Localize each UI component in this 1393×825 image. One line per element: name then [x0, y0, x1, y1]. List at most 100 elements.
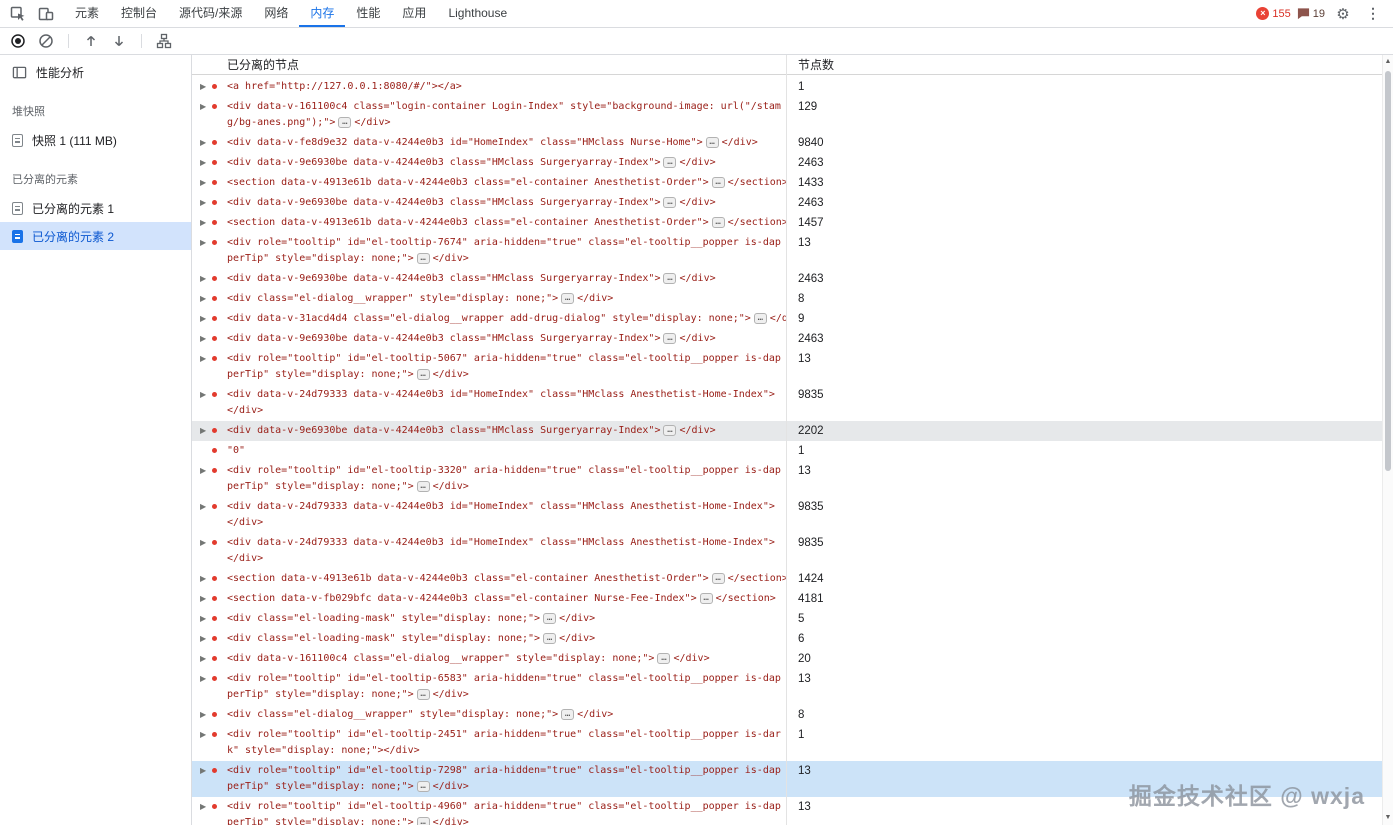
table-row[interactable]: ▶<section data-v-4913e61b data-v-4244e0b… — [192, 173, 1393, 193]
sidebar-item[interactable]: 已分离的元素 2 — [0, 222, 191, 250]
tab-源代码/来源[interactable]: 源代码/来源 — [168, 0, 253, 27]
table-row[interactable]: ▶<div data-v-9e6930be data-v-4244e0b3 cl… — [192, 269, 1393, 289]
table-row[interactable]: ▶<div data-v-9e6930be data-v-4244e0b3 cl… — [192, 153, 1393, 173]
inline-expand-button[interactable]: … — [663, 425, 676, 436]
table-row[interactable]: ▶<div data-v-24d79333 data-v-4244e0b3 id… — [192, 497, 1393, 533]
expand-arrow-icon[interactable]: ▶ — [200, 291, 212, 307]
inline-expand-button[interactable]: … — [663, 197, 676, 208]
table-row[interactable]: ▶<section data-v-4913e61b data-v-4244e0b… — [192, 569, 1393, 589]
expand-arrow-icon[interactable]: ▶ — [200, 387, 212, 403]
expand-arrow-icon[interactable]: ▶ — [200, 331, 212, 347]
issues-counter[interactable]: 19 — [1297, 7, 1325, 20]
inline-expand-button[interactable]: … — [700, 593, 713, 604]
expand-arrow-icon[interactable]: ▶ — [200, 571, 212, 587]
table-row[interactable]: ▶<div data-v-fe8d9e32 data-v-4244e0b3 id… — [192, 133, 1393, 153]
table-row[interactable]: ▶<div data-v-24d79333 data-v-4244e0b3 id… — [192, 533, 1393, 569]
table-row[interactable]: ▶"0"1 — [192, 441, 1393, 461]
expand-arrow-icon[interactable]: ▶ — [200, 79, 212, 95]
expand-arrow-icon[interactable]: ▶ — [200, 175, 212, 191]
tab-元素[interactable]: 元素 — [64, 0, 110, 27]
column-header-node[interactable]: 已分离的节点 — [192, 56, 786, 73]
tab-Lighthouse[interactable]: Lighthouse — [437, 0, 518, 27]
expand-arrow-icon[interactable]: ▶ — [200, 651, 212, 667]
inline-expand-button[interactable]: … — [543, 613, 556, 624]
inline-expand-button[interactable]: … — [754, 313, 767, 324]
inline-expand-button[interactable]: … — [712, 573, 725, 584]
tab-性能[interactable]: 性能 — [345, 0, 391, 27]
expand-arrow-icon[interactable]: ▶ — [200, 763, 212, 779]
scroll-up-icon[interactable]: ▲ — [1383, 56, 1393, 68]
scrollbar-thumb[interactable] — [1385, 71, 1391, 471]
expand-arrow-icon[interactable]: ▶ — [200, 535, 212, 551]
inline-expand-button[interactable]: … — [543, 633, 556, 644]
inline-expand-button[interactable]: … — [712, 177, 725, 188]
inline-expand-button[interactable]: … — [417, 481, 430, 492]
tab-应用[interactable]: 应用 — [391, 0, 437, 27]
inline-expand-button[interactable]: … — [561, 709, 574, 720]
expand-arrow-icon[interactable]: ▶ — [200, 799, 212, 815]
table-row[interactable]: ▶<div role="tooltip" id="el-tooltip-7298… — [192, 761, 1393, 797]
table-row[interactable]: ▶<div role="tooltip" id="el-tooltip-3320… — [192, 461, 1393, 497]
console-error-counter[interactable]: × 155 — [1256, 7, 1290, 20]
table-row[interactable]: ▶<div data-v-9e6930be data-v-4244e0b3 cl… — [192, 193, 1393, 213]
profiles-header[interactable]: 性能分析 — [0, 59, 191, 86]
column-header-count[interactable]: 节点数 — [786, 56, 1393, 73]
inline-expand-button[interactable]: … — [417, 689, 430, 700]
tab-控制台[interactable]: 控制台 — [110, 0, 168, 27]
expand-arrow-icon[interactable]: ▶ — [200, 671, 212, 687]
table-row[interactable]: ▶<div role="tooltip" id="el-tooltip-7674… — [192, 233, 1393, 269]
expand-arrow-icon[interactable]: ▶ — [200, 499, 212, 515]
table-row[interactable]: ▶<div class="el-dialog__wrapper" style="… — [192, 289, 1393, 309]
table-row[interactable]: ▶<div role="tooltip" id="el-tooltip-6583… — [192, 669, 1393, 705]
settings-gear-icon[interactable]: ⚙ — [1331, 5, 1355, 23]
table-row[interactable]: ▶<div role="tooltip" id="el-tooltip-5067… — [192, 349, 1393, 385]
expand-arrow-icon[interactable]: ▶ — [200, 215, 212, 231]
expand-arrow-icon[interactable]: ▶ — [200, 463, 212, 479]
scroll-down-icon[interactable]: ▼ — [1383, 812, 1393, 824]
vertical-scrollbar[interactable]: ▲ ▼ — [1382, 55, 1393, 825]
expand-arrow-icon[interactable]: ▶ — [200, 155, 212, 171]
table-row[interactable]: ▶<section data-v-fb029bfc data-v-4244e0b… — [192, 589, 1393, 609]
expand-arrow-icon[interactable]: ▶ — [200, 135, 212, 151]
table-row[interactable]: ▶<div data-v-31acd4d4 class="el-dialog__… — [192, 309, 1393, 329]
inline-expand-button[interactable]: … — [663, 333, 676, 344]
table-row[interactable]: ▶<div data-v-161100c4 class="login-conta… — [192, 97, 1393, 133]
inline-expand-button[interactable]: … — [417, 781, 430, 792]
expand-arrow-icon[interactable]: ▶ — [200, 311, 212, 327]
containment-tree-icon[interactable] — [150, 28, 178, 55]
inline-expand-button[interactable]: … — [663, 273, 676, 284]
inline-expand-button[interactable]: … — [712, 217, 725, 228]
table-row[interactable]: ▶<div data-v-9e6930be data-v-4244e0b3 cl… — [192, 421, 1393, 441]
table-row[interactable]: ▶<div class="el-dialog__wrapper" style="… — [192, 705, 1393, 725]
expand-arrow-icon[interactable]: ▶ — [200, 195, 212, 211]
table-row[interactable]: ▶<div data-v-161100c4 class="el-dialog__… — [192, 649, 1393, 669]
load-profile-button[interactable] — [77, 28, 105, 55]
table-row[interactable]: ▶<div data-v-24d79333 data-v-4244e0b3 id… — [192, 385, 1393, 421]
expand-arrow-icon[interactable]: ▶ — [200, 423, 212, 439]
inline-expand-button[interactable]: … — [657, 653, 670, 664]
expand-arrow-icon[interactable]: ▶ — [200, 611, 212, 627]
expand-arrow-icon[interactable]: ▶ — [200, 235, 212, 251]
expand-arrow-icon[interactable]: ▶ — [200, 591, 212, 607]
kebab-menu-icon[interactable]: ⋮ — [1361, 5, 1385, 22]
sidebar-item[interactable]: 快照 1 (111 MB) — [0, 126, 191, 154]
expand-arrow-icon[interactable]: ▶ — [200, 271, 212, 287]
inspect-element-icon[interactable] — [4, 0, 32, 27]
inline-expand-button[interactable]: … — [338, 117, 351, 128]
tab-网络[interactable]: 网络 — [253, 0, 299, 27]
table-row[interactable]: ▶<a href="http://127.0.0.1:8080/#/"></a>… — [192, 77, 1393, 97]
inline-expand-button[interactable]: … — [417, 253, 430, 264]
tab-内存[interactable]: 内存 — [299, 0, 345, 27]
inline-expand-button[interactable]: … — [706, 137, 719, 148]
inline-expand-button[interactable]: … — [417, 817, 430, 825]
record-heap-button[interactable] — [4, 28, 32, 55]
table-row[interactable]: ▶<div role="tooltip" id="el-tooltip-4960… — [192, 797, 1393, 825]
inline-expand-button[interactable]: … — [663, 157, 676, 168]
table-row[interactable]: ▶<section data-v-4913e61b data-v-4244e0b… — [192, 213, 1393, 233]
expand-arrow-icon[interactable]: ▶ — [200, 631, 212, 647]
expand-arrow-icon[interactable]: ▶ — [200, 99, 212, 115]
table-row[interactable]: ▶<div data-v-9e6930be data-v-4244e0b3 cl… — [192, 329, 1393, 349]
inline-expand-button[interactable]: … — [417, 369, 430, 380]
save-profile-button[interactable] — [105, 28, 133, 55]
table-row[interactable]: ▶<div class="el-loading-mask" style="dis… — [192, 629, 1393, 649]
